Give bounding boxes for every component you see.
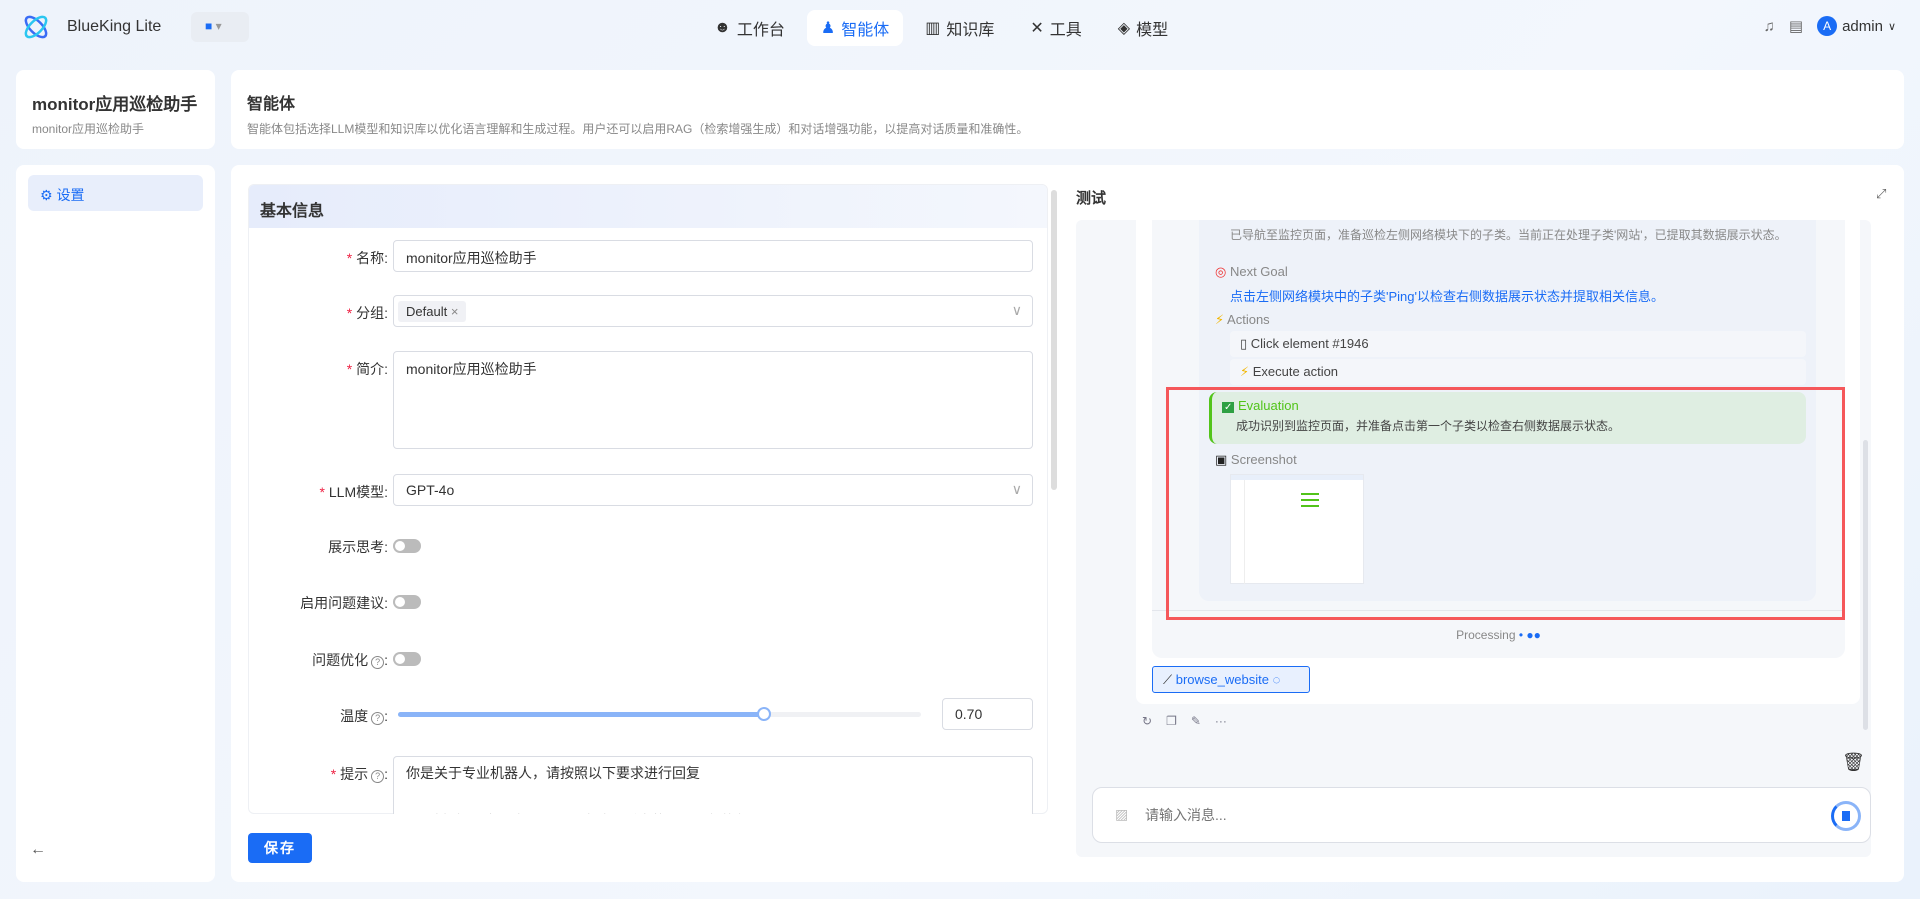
nav-tools[interactable]: ✕ 工具 — [1016, 10, 1095, 46]
target-icon: ◎ — [1215, 264, 1227, 279]
suggest-label: 启用问题建议 — [300, 595, 385, 611]
message-input[interactable] — [1145, 802, 1785, 828]
intro-label: 简介 — [356, 361, 385, 377]
app-switcher[interactable]: ■ ▾ — [191, 12, 249, 42]
document-icon[interactable]: ▤ — [1789, 17, 1803, 35]
nav-knowledge[interactable]: ▥ 知识库 — [911, 10, 1008, 46]
help-icon[interactable]: ? — [371, 770, 385, 783]
edit-icon[interactable]: ✎ — [1191, 714, 1201, 728]
lightning-icon: ⚡ — [1215, 312, 1225, 327]
name-label: 名称 — [356, 250, 385, 266]
user-menu[interactable]: Aadmin ∨ — [1817, 16, 1896, 36]
intro-textarea[interactable]: monitor应用巡检助手 — [393, 351, 1033, 449]
previous-step-text: 已导航至监控页面，准备巡检左侧网络模块下的子类。当前正在处理子类'网站'，已提取… — [1230, 228, 1787, 242]
temperature-slider[interactable] — [398, 707, 921, 721]
tool-chip[interactable]: ⟋ browse_website ◌ — [1152, 666, 1310, 693]
tools-icon: ✕ — [1030, 20, 1044, 37]
show-think-label: 展示思考 — [328, 539, 385, 555]
label-column: * 名称: * 分组: * 简介: * LLM模型: 展示思考: 启用问题建议:… — [300, 250, 388, 783]
action-item: ⚡ Execute action — [1230, 359, 1806, 385]
optimize-label: 问题优化 — [312, 652, 369, 668]
nav-agent[interactable]: ♟ 智能体 — [806, 10, 904, 46]
expand-icon[interactable]: ⤢ — [1876, 186, 1886, 202]
refresh-icon[interactable]: ↻ — [1142, 714, 1152, 728]
llm-select[interactable]: GPT-4o ∨ — [393, 474, 1033, 506]
bot-icon: ♟ — [820, 20, 836, 37]
help-icon[interactable]: ? — [371, 656, 385, 669]
agent-card: monitor应用巡检助手 monitor应用巡检助手 — [16, 70, 215, 149]
caret-down-icon: ▾ — [215, 19, 222, 33]
highlight-rectangle — [1166, 387, 1845, 620]
mouse-icon: ▯ — [1240, 336, 1248, 351]
trash-icon[interactable]: 🗑 — [1842, 752, 1865, 773]
sidebar: ⚙ 设置 ← — [16, 165, 215, 882]
close-icon[interactable]: × — [451, 304, 459, 319]
action-item: ▯ Click element #1946 — [1230, 331, 1806, 357]
temperature-input[interactable]: 0.70 — [942, 698, 1033, 730]
suggest-toggle[interactable] — [393, 595, 421, 609]
chat-scrollbar[interactable] — [1863, 220, 1868, 740]
group-select[interactable]: Default × ∨ — [393, 295, 1033, 327]
slider-handle[interactable] — [757, 707, 772, 721]
copy-icon[interactable]: ❐ — [1166, 714, 1177, 728]
library-icon: ▥ — [925, 20, 941, 37]
agent-name: monitor应用巡检助手 — [32, 95, 198, 114]
intro-card: 智能体 智能体包括选择LLM模型和知识库以优化语言理解和生成过程。用户还可以启用… — [231, 70, 1904, 149]
layers-icon: ◈ — [1117, 20, 1131, 37]
image-icon[interactable]: ▨ — [1115, 806, 1128, 823]
chevron-down-icon: ∨ — [1011, 302, 1022, 318]
next-goal-text: 点击左侧网络模块中的子类'Ping'以检查右侧数据展示状态并提取相关信息。 — [1230, 289, 1664, 304]
wrench-icon: ⟋ — [1163, 672, 1173, 687]
grid-icon: ■ — [205, 19, 213, 33]
sidebar-item-settings[interactable]: ⚙ 设置 — [28, 175, 203, 211]
processing-label: Processing — [1456, 628, 1516, 642]
blueking-logo — [24, 15, 48, 39]
spinner-icon: ◌ — [1272, 672, 1281, 687]
loading-dots-icon: • ●● — [1518, 628, 1541, 642]
gear-icon: ⚙ — [40, 187, 53, 203]
nav-model[interactable]: ◈ 模型 — [1104, 10, 1182, 46]
optimize-toggle[interactable] — [393, 652, 421, 666]
name-input[interactable]: monitor应用巡检助手 — [393, 240, 1033, 272]
stop-button[interactable] — [1831, 801, 1861, 831]
main-nav: ☻ 工作台 ♟ 智能体 ▥ 知识库 ✕ 工具 ◈ 模型 — [700, 10, 1182, 46]
lightning-icon: ⚡ — [1240, 364, 1250, 379]
test-title: 测试 — [1076, 190, 1107, 207]
show-think-toggle[interactable] — [393, 539, 421, 553]
llm-label: LLM模型 — [328, 484, 385, 500]
robot-icon: ☻ — [714, 19, 731, 36]
slider-fill — [398, 712, 765, 717]
message-actions: ↻ ❐ ✎ ··· — [1136, 710, 1233, 732]
user-area: ♫ ▤ Aadmin ∨ — [1764, 16, 1896, 36]
prompt-label: 提示 — [340, 766, 369, 782]
prompt-textarea[interactable]: 你是关于专业机器人，请按照以下要求进行回复1、请根据用户需求，从工具中选取适当的… — [393, 756, 1033, 814]
avatar: A — [1817, 16, 1838, 36]
chevron-down-icon: ∨ — [1887, 20, 1896, 33]
more-icon[interactable]: ··· — [1215, 714, 1227, 728]
back-arrow-icon[interactable]: ← — [30, 841, 46, 859]
bell-icon[interactable]: ♫ — [1764, 18, 1775, 35]
form-scrollbar[interactable] — [1051, 190, 1057, 490]
nav-workbench[interactable]: ☻ 工作台 — [700, 10, 799, 46]
save-button[interactable]: 保存 — [248, 833, 312, 863]
chat-input-box: ▨ — [1092, 787, 1871, 843]
temp-label: 温度 — [340, 708, 369, 724]
chevron-down-icon: ∨ — [1011, 481, 1022, 497]
group-tag: Default × — [398, 301, 467, 322]
stop-icon — [1842, 811, 1850, 821]
help-icon[interactable]: ? — [371, 712, 385, 725]
group-label: 分组 — [356, 305, 385, 321]
app-title: BlueKing Lite — [67, 18, 162, 35]
agent-subtitle: monitor应用巡检助手 — [32, 122, 145, 136]
